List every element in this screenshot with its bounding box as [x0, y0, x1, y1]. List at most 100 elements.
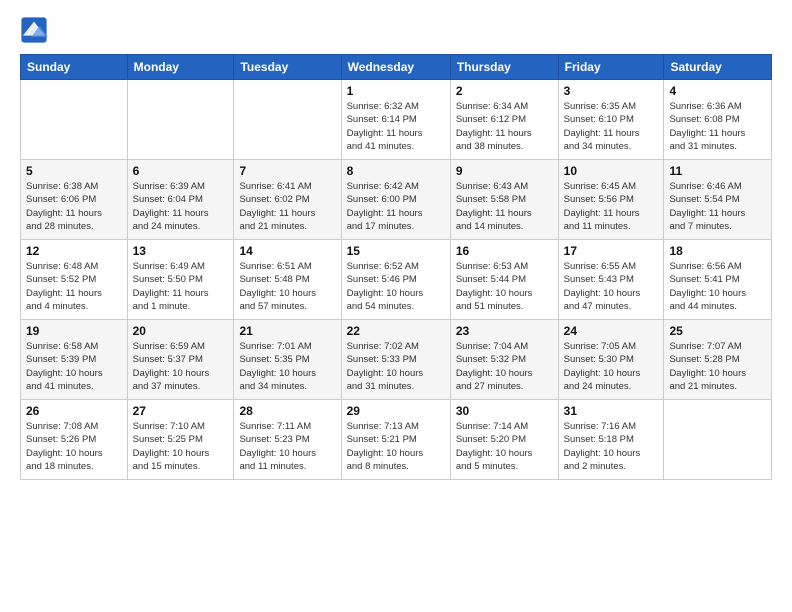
- day-number: 15: [347, 244, 445, 258]
- day-number: 14: [239, 244, 335, 258]
- day-info: Sunrise: 6:42 AM Sunset: 6:00 PM Dayligh…: [347, 180, 445, 233]
- calendar-cell: 14 Sunrise: 6:51 AM Sunset: 5:48 PM Dayli…: [234, 240, 341, 320]
- day-number: 28: [239, 404, 335, 418]
- day-info: Sunrise: 7:11 AM Sunset: 5:23 PM Dayligh…: [239, 420, 335, 473]
- calendar-header-saturday: Saturday: [664, 55, 772, 80]
- calendar-header-friday: Friday: [558, 55, 664, 80]
- calendar-cell: 18 Sunrise: 6:56 AM Sunset: 5:41 PM Dayli…: [664, 240, 772, 320]
- day-number: 11: [669, 164, 766, 178]
- day-number: 25: [669, 324, 766, 338]
- day-info: Sunrise: 6:48 AM Sunset: 5:52 PM Dayligh…: [26, 260, 122, 313]
- calendar-cell: 26 Sunrise: 7:08 AM Sunset: 5:26 PM Dayli…: [21, 400, 128, 480]
- day-number: 17: [564, 244, 659, 258]
- calendar-cell: 29 Sunrise: 7:13 AM Sunset: 5:21 PM Dayli…: [341, 400, 450, 480]
- day-info: Sunrise: 6:49 AM Sunset: 5:50 PM Dayligh…: [133, 260, 229, 313]
- day-info: Sunrise: 6:41 AM Sunset: 6:02 PM Dayligh…: [239, 180, 335, 233]
- day-number: 16: [456, 244, 553, 258]
- day-number: 5: [26, 164, 122, 178]
- calendar-cell: 16 Sunrise: 6:53 AM Sunset: 5:44 PM Dayli…: [450, 240, 558, 320]
- day-info: Sunrise: 6:43 AM Sunset: 5:58 PM Dayligh…: [456, 180, 553, 233]
- day-number: 12: [26, 244, 122, 258]
- day-info: Sunrise: 7:13 AM Sunset: 5:21 PM Dayligh…: [347, 420, 445, 473]
- day-info: Sunrise: 7:07 AM Sunset: 5:28 PM Dayligh…: [669, 340, 766, 393]
- calendar-cell: 2 Sunrise: 6:34 AM Sunset: 6:12 PM Daylig…: [450, 80, 558, 160]
- calendar-cell: 17 Sunrise: 6:55 AM Sunset: 5:43 PM Dayli…: [558, 240, 664, 320]
- logo: [20, 16, 52, 44]
- day-info: Sunrise: 6:53 AM Sunset: 5:44 PM Dayligh…: [456, 260, 553, 313]
- calendar-header-sunday: Sunday: [21, 55, 128, 80]
- day-number: 30: [456, 404, 553, 418]
- day-info: Sunrise: 6:38 AM Sunset: 6:06 PM Dayligh…: [26, 180, 122, 233]
- day-number: 3: [564, 84, 659, 98]
- calendar-week-row: 1 Sunrise: 6:32 AM Sunset: 6:14 PM Daylig…: [21, 80, 772, 160]
- day-info: Sunrise: 7:05 AM Sunset: 5:30 PM Dayligh…: [564, 340, 659, 393]
- day-info: Sunrise: 7:14 AM Sunset: 5:20 PM Dayligh…: [456, 420, 553, 473]
- day-number: 20: [133, 324, 229, 338]
- day-number: 27: [133, 404, 229, 418]
- day-info: Sunrise: 7:01 AM Sunset: 5:35 PM Dayligh…: [239, 340, 335, 393]
- day-info: Sunrise: 6:39 AM Sunset: 6:04 PM Dayligh…: [133, 180, 229, 233]
- day-number: 8: [347, 164, 445, 178]
- day-info: Sunrise: 6:56 AM Sunset: 5:41 PM Dayligh…: [669, 260, 766, 313]
- calendar-cell: 30 Sunrise: 7:14 AM Sunset: 5:20 PM Dayli…: [450, 400, 558, 480]
- calendar-cell: 7 Sunrise: 6:41 AM Sunset: 6:02 PM Daylig…: [234, 160, 341, 240]
- day-info: Sunrise: 6:55 AM Sunset: 5:43 PM Dayligh…: [564, 260, 659, 313]
- day-number: 6: [133, 164, 229, 178]
- calendar-cell: 3 Sunrise: 6:35 AM Sunset: 6:10 PM Daylig…: [558, 80, 664, 160]
- day-number: 2: [456, 84, 553, 98]
- calendar-table: SundayMondayTuesdayWednesdayThursdayFrid…: [20, 54, 772, 480]
- calendar-cell: 24 Sunrise: 7:05 AM Sunset: 5:30 PM Dayli…: [558, 320, 664, 400]
- day-number: 24: [564, 324, 659, 338]
- calendar-cell: [234, 80, 341, 160]
- calendar-header-monday: Monday: [127, 55, 234, 80]
- page: SundayMondayTuesdayWednesdayThursdayFrid…: [0, 0, 792, 612]
- header: [20, 16, 772, 44]
- calendar-header-thursday: Thursday: [450, 55, 558, 80]
- day-info: Sunrise: 6:59 AM Sunset: 5:37 PM Dayligh…: [133, 340, 229, 393]
- calendar-cell: 9Sunrise: 6:43 AM Sunset: 5:58 PM Daylig…: [450, 160, 558, 240]
- calendar-cell: 22Sunrise: 7:02 AM Sunset: 5:33 PM Dayli…: [341, 320, 450, 400]
- calendar-cell: 8 Sunrise: 6:42 AM Sunset: 6:00 PM Daylig…: [341, 160, 450, 240]
- day-info: Sunrise: 7:04 AM Sunset: 5:32 PM Dayligh…: [456, 340, 553, 393]
- day-info: Sunrise: 6:36 AM Sunset: 6:08 PM Dayligh…: [669, 100, 766, 153]
- day-info: Sunrise: 6:51 AM Sunset: 5:48 PM Dayligh…: [239, 260, 335, 313]
- calendar-cell: 10Sunrise: 6:45 AM Sunset: 5:56 PM Dayli…: [558, 160, 664, 240]
- calendar-cell: 23 Sunrise: 7:04 AM Sunset: 5:32 PM Dayli…: [450, 320, 558, 400]
- calendar-cell: 6 Sunrise: 6:39 AM Sunset: 6:04 PM Daylig…: [127, 160, 234, 240]
- day-number: 1: [347, 84, 445, 98]
- day-info: Sunrise: 6:58 AM Sunset: 5:39 PM Dayligh…: [26, 340, 122, 393]
- calendar-header-tuesday: Tuesday: [234, 55, 341, 80]
- calendar-week-row: 26 Sunrise: 7:08 AM Sunset: 5:26 PM Dayli…: [21, 400, 772, 480]
- calendar-cell: 27 Sunrise: 7:10 AM Sunset: 5:25 PM Dayli…: [127, 400, 234, 480]
- day-info: Sunrise: 6:45 AM Sunset: 5:56 PM Dayligh…: [564, 180, 659, 233]
- calendar-cell: [21, 80, 128, 160]
- calendar-cell: 5 Sunrise: 6:38 AM Sunset: 6:06 PM Daylig…: [21, 160, 128, 240]
- calendar-cell: 28 Sunrise: 7:11 AM Sunset: 5:23 PM Dayli…: [234, 400, 341, 480]
- day-info: Sunrise: 7:10 AM Sunset: 5:25 PM Dayligh…: [133, 420, 229, 473]
- calendar-cell: 12 Sunrise: 6:48 AM Sunset: 5:52 PM Dayli…: [21, 240, 128, 320]
- day-number: 18: [669, 244, 766, 258]
- calendar-cell: 11Sunrise: 6:46 AM Sunset: 5:54 PM Dayli…: [664, 160, 772, 240]
- day-number: 7: [239, 164, 335, 178]
- calendar-cell: 13Sunrise: 6:49 AM Sunset: 5:50 PM Dayli…: [127, 240, 234, 320]
- day-number: 26: [26, 404, 122, 418]
- day-number: 23: [456, 324, 553, 338]
- day-number: 31: [564, 404, 659, 418]
- calendar-cell: 4Sunrise: 6:36 AM Sunset: 6:08 PM Daylig…: [664, 80, 772, 160]
- day-number: 19: [26, 324, 122, 338]
- day-info: Sunrise: 6:35 AM Sunset: 6:10 PM Dayligh…: [564, 100, 659, 153]
- day-info: Sunrise: 6:52 AM Sunset: 5:46 PM Dayligh…: [347, 260, 445, 313]
- logo-icon: [20, 16, 48, 44]
- calendar-cell: 19 Sunrise: 6:58 AM Sunset: 5:39 PM Dayli…: [21, 320, 128, 400]
- day-info: Sunrise: 6:34 AM Sunset: 6:12 PM Dayligh…: [456, 100, 553, 153]
- calendar-cell: 20 Sunrise: 6:59 AM Sunset: 5:37 PM Dayli…: [127, 320, 234, 400]
- calendar-cell: 1 Sunrise: 6:32 AM Sunset: 6:14 PM Daylig…: [341, 80, 450, 160]
- day-info: Sunrise: 6:32 AM Sunset: 6:14 PM Dayligh…: [347, 100, 445, 153]
- calendar-cell: 25 Sunrise: 7:07 AM Sunset: 5:28 PM Dayli…: [664, 320, 772, 400]
- calendar-cell: [664, 400, 772, 480]
- day-info: Sunrise: 7:02 AM Sunset: 5:33 PM Dayligh…: [347, 340, 445, 393]
- calendar-header-row: SundayMondayTuesdayWednesdayThursdayFrid…: [21, 55, 772, 80]
- day-number: 29: [347, 404, 445, 418]
- day-info: Sunrise: 7:08 AM Sunset: 5:26 PM Dayligh…: [26, 420, 122, 473]
- calendar-cell: 15 Sunrise: 6:52 AM Sunset: 5:46 PM Dayli…: [341, 240, 450, 320]
